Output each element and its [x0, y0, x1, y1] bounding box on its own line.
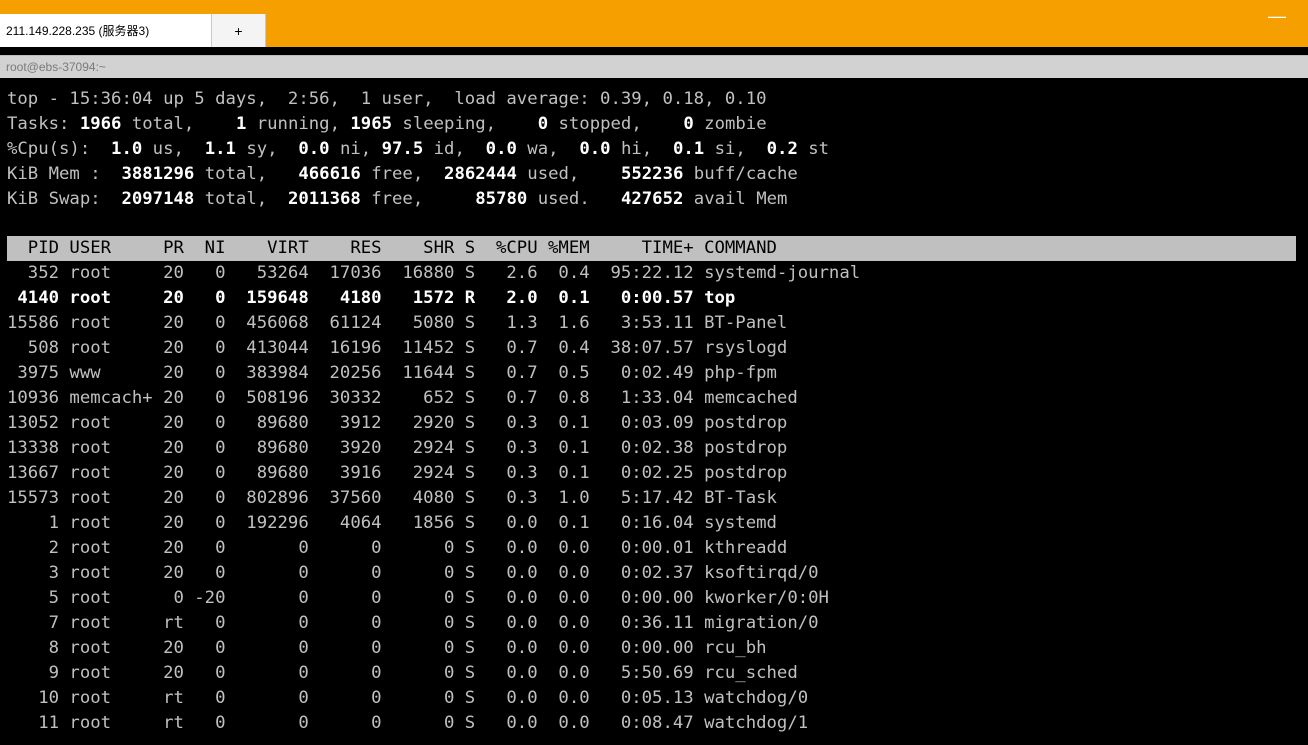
- process-row: 7 root rt 0 0 0 0 S 0.0 0.0 0:36.11 migr…: [7, 613, 819, 633]
- process-row: 10936 memcach+ 20 0 508196 30332 652 S 0…: [7, 388, 798, 408]
- process-row: 3975 www 20 0 383984 20256 11644 S 0.7 0…: [7, 363, 777, 383]
- new-tab-button[interactable]: +: [212, 14, 266, 47]
- uptime-line: top - 15:36:04 up 5 days, 2:56, 1 user, …: [7, 89, 767, 109]
- process-row: 15586 root 20 0 456068 61124 5080 S 1.3 …: [7, 313, 788, 333]
- session-title-bar: root@ebs-37094:~: [0, 55, 1308, 78]
- cpu-line: %Cpu(s): 1.0 us, 1.1 sy, 0.0 ni, 97.5 id…: [7, 139, 830, 159]
- process-row: 508 root 20 0 413044 16196 11452 S 0.7 0…: [7, 338, 788, 358]
- process-row: 2 root 20 0 0 0 0 S 0.0 0.0 0:00.01 kthr…: [7, 538, 788, 558]
- tasks-line: Tasks: 1966 total, 1 running, 1965 sleep…: [7, 114, 767, 134]
- window-titlebar: 211.149.228.235 (服务器3) + —: [0, 0, 1308, 47]
- minimize-icon: —: [1268, 6, 1286, 26]
- process-row: 10 root rt 0 0 0 0 S 0.0 0.0 0:05.13 wat…: [7, 688, 809, 708]
- process-row: 13667 root 20 0 89680 3916 2924 S 0.3 0.…: [7, 463, 788, 483]
- process-row: 15573 root 20 0 802896 37560 4080 S 0.3 …: [7, 488, 777, 508]
- swap-line: KiB Swap: 2097148 total, 2011368 free, 8…: [7, 189, 788, 209]
- process-row: 8 root 20 0 0 0 0 S 0.0 0.0 0:00.00 rcu_…: [7, 638, 767, 658]
- process-row: 13338 root 20 0 89680 3920 2924 S 0.3 0.…: [7, 438, 788, 458]
- tab-title: 211.149.228.235 (服务器3): [6, 24, 150, 38]
- process-row: 1 root 20 0 192296 4064 1856 S 0.0 0.1 0…: [7, 513, 777, 533]
- tab-session[interactable]: 211.149.228.235 (服务器3): [0, 14, 212, 47]
- process-header: PID USER PR NI VIRT RES SHR S %CPU %MEM …: [7, 238, 777, 258]
- process-row: 13052 root 20 0 89680 3912 2920 S 0.3 0.…: [7, 413, 788, 433]
- process-row: 4140 root 20 0 159648 4180 1572 R 2.0 0.…: [7, 288, 736, 308]
- mem-line: KiB Mem : 3881296 total, 466616 free, 28…: [7, 164, 798, 184]
- plus-icon: +: [234, 22, 243, 39]
- process-row: 11 root rt 0 0 0 0 S 0.0 0.0 0:08.47 wat…: [7, 713, 809, 733]
- process-row: 3 root 20 0 0 0 0 S 0.0 0.0 0:02.37 ksof…: [7, 563, 819, 583]
- terminal-screen[interactable]: top - 15:36:04 up 5 days, 2:56, 1 user, …: [0, 80, 1308, 745]
- session-title: root@ebs-37094:~: [6, 60, 106, 74]
- minimize-button[interactable]: —: [1268, 6, 1286, 26]
- process-row: 9 root 20 0 0 0 0 S 0.0 0.0 5:50.69 rcu_…: [7, 663, 798, 683]
- process-row: 352 root 20 0 53264 17036 16880 S 2.6 0.…: [7, 263, 861, 283]
- process-row: 5 root 0 -20 0 0 0 S 0.0 0.0 0:00.00 kwo…: [7, 588, 829, 608]
